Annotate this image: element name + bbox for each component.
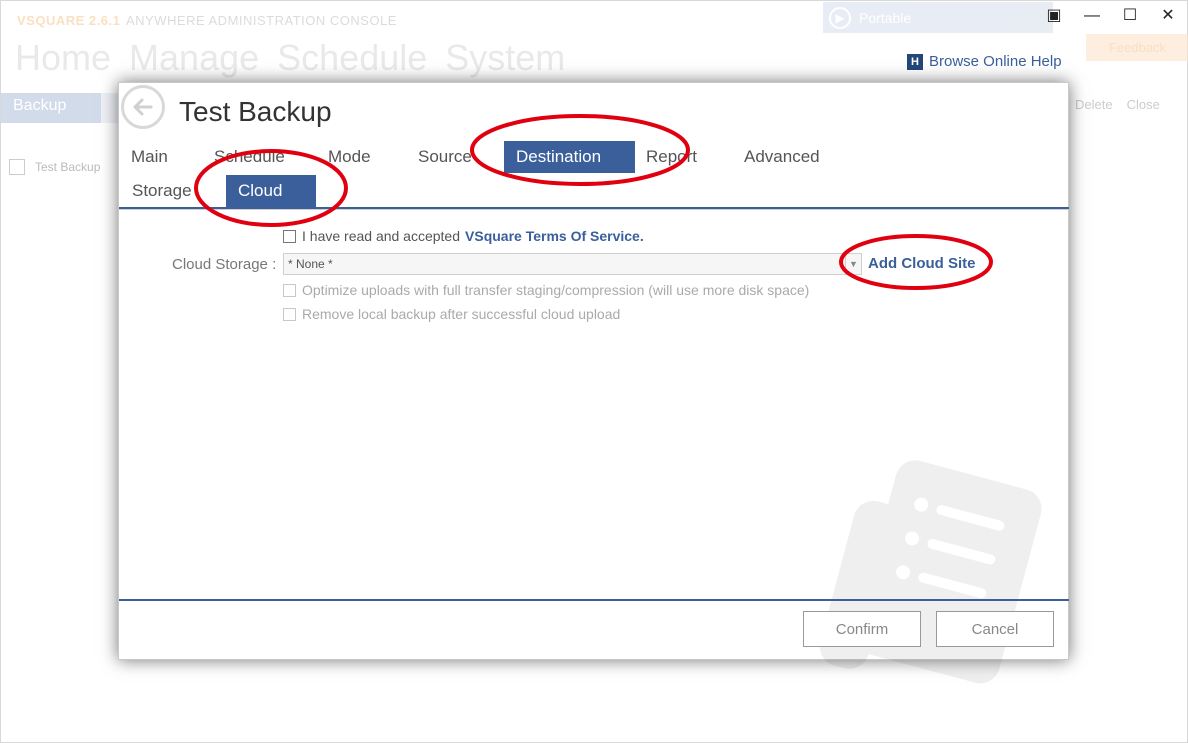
back-button[interactable] [121,85,165,129]
document-watermark-icon [819,460,1042,684]
nav-home[interactable]: Home [15,37,111,79]
tab-mode[interactable]: Mode [328,141,371,173]
add-cloud-site-link[interactable]: Add Cloud Site [868,255,976,272]
main-nav: Home Manage Schedule System [15,37,565,79]
feedback-button[interactable]: Feedback [1086,34,1188,61]
terms-of-service-link[interactable]: VSquare Terms Of Service. [465,228,644,244]
app-subtitle: ANYWHERE ADMINISTRATION CONSOLE [126,13,397,28]
tab-advanced[interactable]: Advanced [744,141,820,173]
terms-checkbox[interactable] [283,229,296,243]
tab-destination[interactable]: Destination [504,141,635,173]
help-label: Browse Online Help [929,53,1062,70]
dialog-subtabs: Storage Cloud [119,173,1069,209]
nav-manage[interactable]: Manage [129,37,259,79]
cloud-storage-row: Cloud Storage : [172,256,276,273]
close-icon[interactable]: ✕ [1159,7,1177,25]
window-controls: ▣ — ☐ ✕ [1045,7,1177,25]
subtab-cloud[interactable]: Cloud [226,175,316,207]
optimize-label: Optimize uploads with full transfer stag… [302,282,810,298]
terms-label: I have read and accepted [302,228,461,244]
tree-item-label: Test Backup [35,160,101,174]
chevron-down-icon[interactable]: ▼ [845,254,861,274]
close-button[interactable]: Close [1127,97,1160,112]
maximize-icon[interactable]: ☐ [1121,7,1139,25]
backup-dialog: Test Backup Main Schedule Mode Source De… [118,82,1069,684]
remove-local-row: Remove local backup after successful clo… [283,306,620,322]
cloud-storage-select[interactable]: * None * ▼ [283,253,862,275]
browse-help-link[interactable]: H Browse Online Help [907,53,1062,70]
cloud-settings-panel: I have read and accepted VSquare Terms O… [119,209,1069,684]
play-icon: ▶ [829,6,851,29]
tab-schedule[interactable]: Schedule [214,141,285,173]
calendar-icon [9,159,25,175]
account-icon[interactable]: ▣ [1045,7,1063,25]
remove-local-checkbox[interactable] [283,307,296,321]
app-brand: VSQUARE 2.6.1 [17,13,121,28]
help-icon: H [907,53,923,70]
tab-main[interactable]: Main [131,141,168,173]
arrow-left-icon [133,98,153,116]
minimize-icon[interactable]: — [1083,7,1101,25]
portable-label: Portable [859,9,912,26]
dialog-title: Test Backup [179,96,332,127]
optimize-checkbox[interactable] [283,283,296,297]
cloud-storage-label: Cloud Storage : [172,256,277,273]
cloud-storage-value: * None * [288,257,333,271]
tab-report[interactable]: Report [646,141,697,173]
portable-button[interactable]: ▶ Portable [823,2,1053,33]
optimize-row: Optimize uploads with full transfer stag… [283,282,809,298]
nav-system[interactable]: System [445,37,565,79]
tree-item-test-backup[interactable]: Test Backup [9,159,100,175]
remove-local-label: Remove local backup after successful clo… [302,306,621,322]
side-tab-backup[interactable]: Backup [1,93,101,123]
delete-button[interactable]: Delete [1075,97,1113,112]
cancel-button[interactable]: Cancel [936,611,1054,647]
subtab-storage[interactable]: Storage [132,175,192,207]
confirm-button[interactable]: Confirm [803,611,921,647]
right-toolbar: Delete Close [1075,97,1160,112]
nav-schedule[interactable]: Schedule [277,37,427,79]
terms-row: I have read and accepted VSquare Terms O… [283,228,644,244]
dialog-footer: Confirm Cancel [119,599,1069,660]
dialog-tabs: Main Schedule Mode Source Destination Re… [119,141,1069,173]
tab-source[interactable]: Source [418,141,472,173]
